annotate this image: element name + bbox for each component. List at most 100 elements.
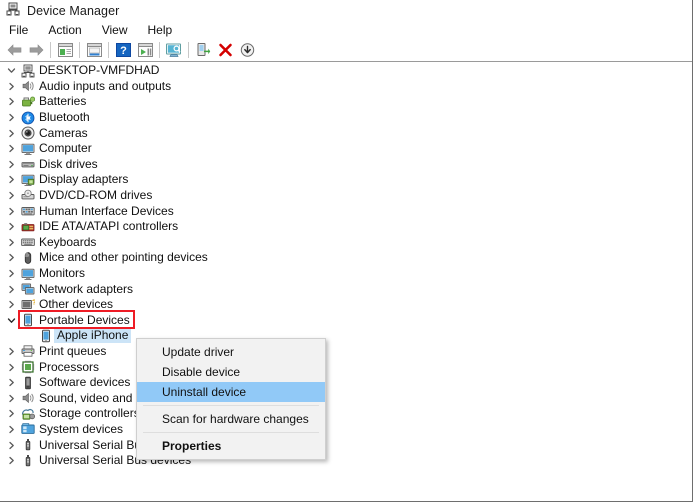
tree-item-label: Software devices <box>39 375 131 390</box>
chevron-right-icon[interactable] <box>4 175 19 184</box>
tree-item[interactable]: Disk drives <box>0 157 692 173</box>
scan-hardware-changes-icon[interactable] <box>163 40 185 60</box>
chevron-right-icon[interactable] <box>4 222 19 231</box>
tree-item[interactable]: Batteries <box>0 94 692 110</box>
tree-item[interactable]: Keyboards <box>0 235 692 251</box>
chevron-right-icon[interactable] <box>4 378 19 387</box>
help-icon[interactable]: ? <box>112 40 134 60</box>
chevron-right-icon[interactable] <box>4 456 19 465</box>
ctx-update-driver[interactable]: Update driver <box>137 342 325 362</box>
tree-item[interactable]: Cameras <box>0 125 692 141</box>
tree-item[interactable]: Bluetooth <box>0 110 692 126</box>
tree-item[interactable]: Software devices <box>0 375 692 391</box>
portable-device-icon <box>37 328 54 343</box>
hid-icon <box>19 204 36 219</box>
other-device-icon: ? <box>19 297 36 312</box>
device-tree[interactable]: DESKTOP-VMFDHAD Audio inputs and outputs… <box>0 63 692 501</box>
chevron-right-icon[interactable] <box>4 207 19 216</box>
window-title: Device Manager <box>27 3 120 18</box>
chevron-right-icon[interactable] <box>4 160 19 169</box>
menu-view[interactable]: View <box>100 22 130 38</box>
ctx-scan-hardware-changes[interactable]: Scan for hardware changes <box>137 409 325 429</box>
toolbar: ? <box>0 39 692 62</box>
properties-icon[interactable] <box>83 40 105 60</box>
system-device-icon <box>19 422 36 437</box>
chevron-right-icon[interactable] <box>4 300 19 309</box>
portable-device-icon <box>19 313 36 328</box>
back-arrow-icon[interactable] <box>3 40 25 60</box>
tree-item-label: Network adapters <box>39 281 134 296</box>
chevron-down-icon[interactable] <box>4 316 19 325</box>
tree-item[interactable]: ? Other devices <box>0 297 692 313</box>
tree-item[interactable]: System devices <box>0 422 692 438</box>
forward-arrow-icon[interactable] <box>25 40 47 60</box>
bluetooth-icon <box>19 110 36 125</box>
tree-item-label: Print queues <box>39 343 107 358</box>
uninstall-device-icon[interactable] <box>214 40 236 60</box>
tree-item[interactable]: Computer <box>0 141 692 157</box>
tree-item-label: System devices <box>39 421 124 436</box>
tree-item[interactable]: Portable Devices <box>0 313 692 329</box>
tree-item[interactable]: Universal Serial Bus controllers <box>0 437 692 453</box>
toolbar-separator <box>79 42 80 58</box>
tree-item[interactable]: Mice and other pointing devices <box>0 250 692 266</box>
chevron-right-icon[interactable] <box>4 129 19 138</box>
tree-item[interactable]: Monitors <box>0 266 692 282</box>
monitor-icon <box>19 266 36 281</box>
tree-item[interactable]: Human Interface Devices <box>0 203 692 219</box>
chevron-right-icon[interactable] <box>4 285 19 294</box>
chevron-right-icon[interactable] <box>4 441 19 450</box>
chevron-right-icon[interactable] <box>4 394 19 403</box>
dvd-drive-icon <box>19 188 36 203</box>
show-hide-console-tree-icon[interactable] <box>54 40 76 60</box>
chevron-right-icon[interactable] <box>4 363 19 372</box>
speaker-icon <box>19 79 36 94</box>
chevron-right-icon[interactable] <box>4 253 19 262</box>
tree-item[interactable]: Storage controllers <box>0 406 692 422</box>
tree-item[interactable]: IDE ATA/ATAPI controllers <box>0 219 692 235</box>
enable-device-icon[interactable] <box>192 40 214 60</box>
ctx-disable-device[interactable]: Disable device <box>137 362 325 382</box>
chevron-right-icon[interactable] <box>4 347 19 356</box>
tree-root-label: DESKTOP-VMFDHAD <box>39 63 160 78</box>
tree-item-label: Monitors <box>39 266 86 281</box>
tree-item[interactable]: Display adapters <box>0 172 692 188</box>
usb-icon <box>19 453 36 468</box>
context-menu[interactable]: Update driver Disable device Uninstall d… <box>136 338 326 460</box>
menu-action[interactable]: Action <box>46 22 83 38</box>
tree-item[interactable]: DVD/CD-ROM drives <box>0 188 692 204</box>
tree-item[interactable]: Universal Serial Bus devices <box>0 453 692 469</box>
ctx-uninstall-device[interactable]: Uninstall device <box>137 382 325 402</box>
tree-item-label: Bluetooth <box>39 110 90 125</box>
display-adapter-icon <box>19 172 36 187</box>
tree-item[interactable]: Sound, video and game controllers <box>0 390 692 406</box>
chevron-right-icon[interactable] <box>4 409 19 418</box>
menu-file[interactable]: File <box>7 22 30 38</box>
svg-text:?: ? <box>120 45 127 57</box>
chevron-right-icon[interactable] <box>4 97 19 106</box>
chevron-right-icon[interactable] <box>4 144 19 153</box>
ctx-properties[interactable]: Properties <box>137 436 325 456</box>
chevron-right-icon[interactable] <box>4 269 19 278</box>
toolbar-separator <box>50 42 51 58</box>
tree-item[interactable]: Print queues <box>0 344 692 360</box>
device-manager-window: Device Manager File Action View Help ? D… <box>0 0 693 502</box>
chevron-right-icon[interactable] <box>4 425 19 434</box>
chevron-right-icon[interactable] <box>4 82 19 91</box>
chevron-right-icon[interactable] <box>4 191 19 200</box>
tree-item-label: Cameras <box>39 125 88 140</box>
software-device-icon <box>19 375 36 390</box>
tree-root[interactable]: DESKTOP-VMFDHAD <box>0 63 692 79</box>
menu-help[interactable]: Help <box>146 22 175 38</box>
disable-device-icon[interactable] <box>236 40 258 60</box>
tree-item-label: Computer <box>39 141 92 156</box>
tree-item[interactable]: Audio inputs and outputs <box>0 79 692 95</box>
chevron-right-icon[interactable] <box>4 238 19 247</box>
chevron-down-icon[interactable] <box>4 66 19 75</box>
tree-item[interactable]: Network adapters <box>0 281 692 297</box>
tree-item[interactable]: Processors <box>0 359 692 375</box>
chevron-right-icon[interactable] <box>4 113 19 122</box>
update-driver-icon[interactable] <box>134 40 156 60</box>
battery-icon <box>19 94 36 109</box>
tree-item[interactable]: Apple iPhone <box>0 328 692 344</box>
